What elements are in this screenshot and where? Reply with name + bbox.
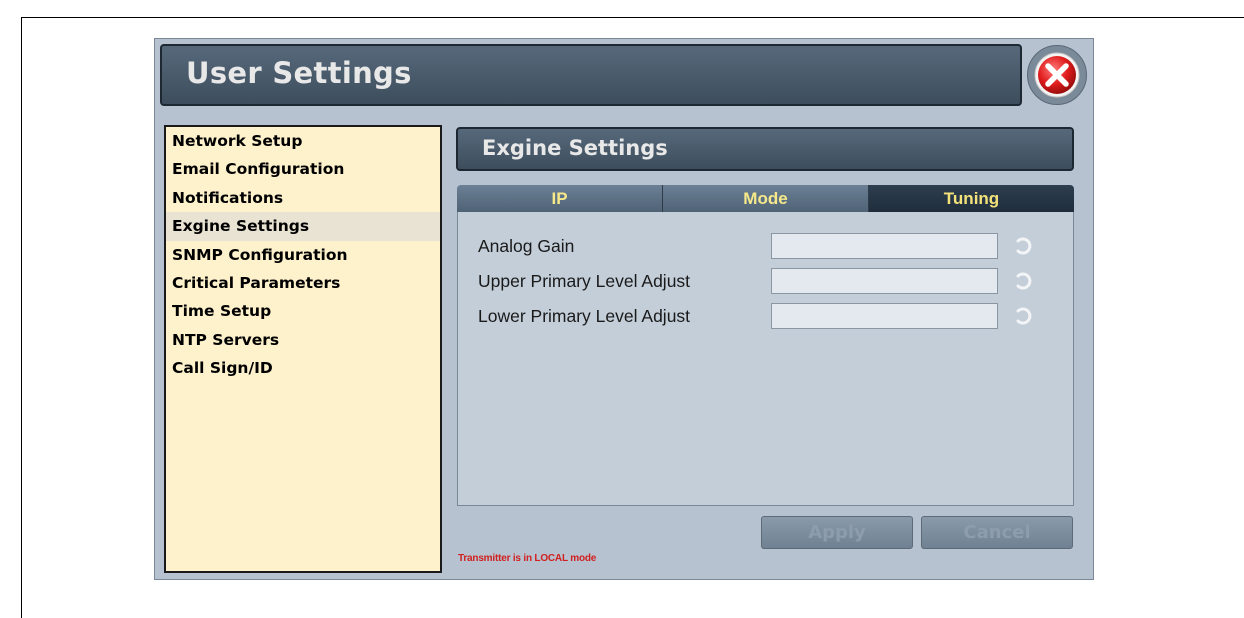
sidebar-item-notifications[interactable]: Notifications	[166, 184, 440, 212]
cancel-button[interactable]: Cancel	[921, 516, 1073, 549]
sidebar-item-call-sign-id[interactable]: Call Sign/ID	[166, 354, 440, 382]
settings-sidebar: Network Setup Email Configuration Notifi…	[164, 125, 442, 573]
upper-primary-level-adjust-input[interactable]	[771, 268, 998, 294]
close-icon	[1034, 52, 1080, 98]
param-row-upper-primary-level-adjust: Upper Primary Level Adjust	[458, 268, 1073, 298]
sidebar-item-exgine-settings[interactable]: Exgine Settings	[166, 212, 440, 241]
refresh-icon[interactable]	[1012, 271, 1032, 291]
sidebar-item-critical-parameters[interactable]: Critical Parameters	[166, 269, 440, 297]
sidebar-item-email-configuration[interactable]: Email Configuration	[166, 155, 440, 183]
tab-bar: IP Mode Tuning	[457, 185, 1074, 212]
upper-primary-level-adjust-label: Upper Primary Level Adjust	[478, 271, 691, 291]
tuning-panel: Analog Gain Upper Primary Level Adjust L…	[457, 212, 1074, 506]
refresh-icon[interactable]	[1012, 236, 1032, 256]
refresh-icon[interactable]	[1012, 306, 1032, 326]
tab-mode[interactable]: Mode	[663, 185, 869, 212]
param-row-analog-gain: Analog Gain	[458, 233, 1073, 263]
user-settings-window: User Settings Network Setup Email Config…	[154, 38, 1094, 580]
sidebar-item-network-setup[interactable]: Network Setup	[166, 127, 440, 155]
lower-primary-level-adjust-input[interactable]	[771, 303, 998, 329]
tab-ip[interactable]: IP	[457, 185, 663, 212]
apply-button[interactable]: Apply	[761, 516, 913, 549]
title-bar: User Settings	[160, 44, 1022, 106]
analog-gain-label: Analog Gain	[478, 236, 575, 256]
sidebar-item-time-setup[interactable]: Time Setup	[166, 297, 440, 325]
section-title: Exgine Settings	[482, 136, 668, 160]
param-row-lower-primary-level-adjust: Lower Primary Level Adjust	[458, 303, 1073, 333]
section-header: Exgine Settings	[456, 127, 1074, 171]
sidebar-item-ntp-servers[interactable]: NTP Servers	[166, 326, 440, 354]
tab-tuning[interactable]: Tuning	[869, 185, 1074, 212]
lower-primary-level-adjust-label: Lower Primary Level Adjust	[478, 306, 691, 326]
sidebar-item-snmp-configuration[interactable]: SNMP Configuration	[166, 241, 440, 269]
close-button[interactable]	[1027, 45, 1087, 105]
status-message: Transmitter is in LOCAL mode	[458, 553, 597, 564]
window-title: User Settings	[186, 56, 412, 90]
analog-gain-input[interactable]	[771, 233, 998, 259]
